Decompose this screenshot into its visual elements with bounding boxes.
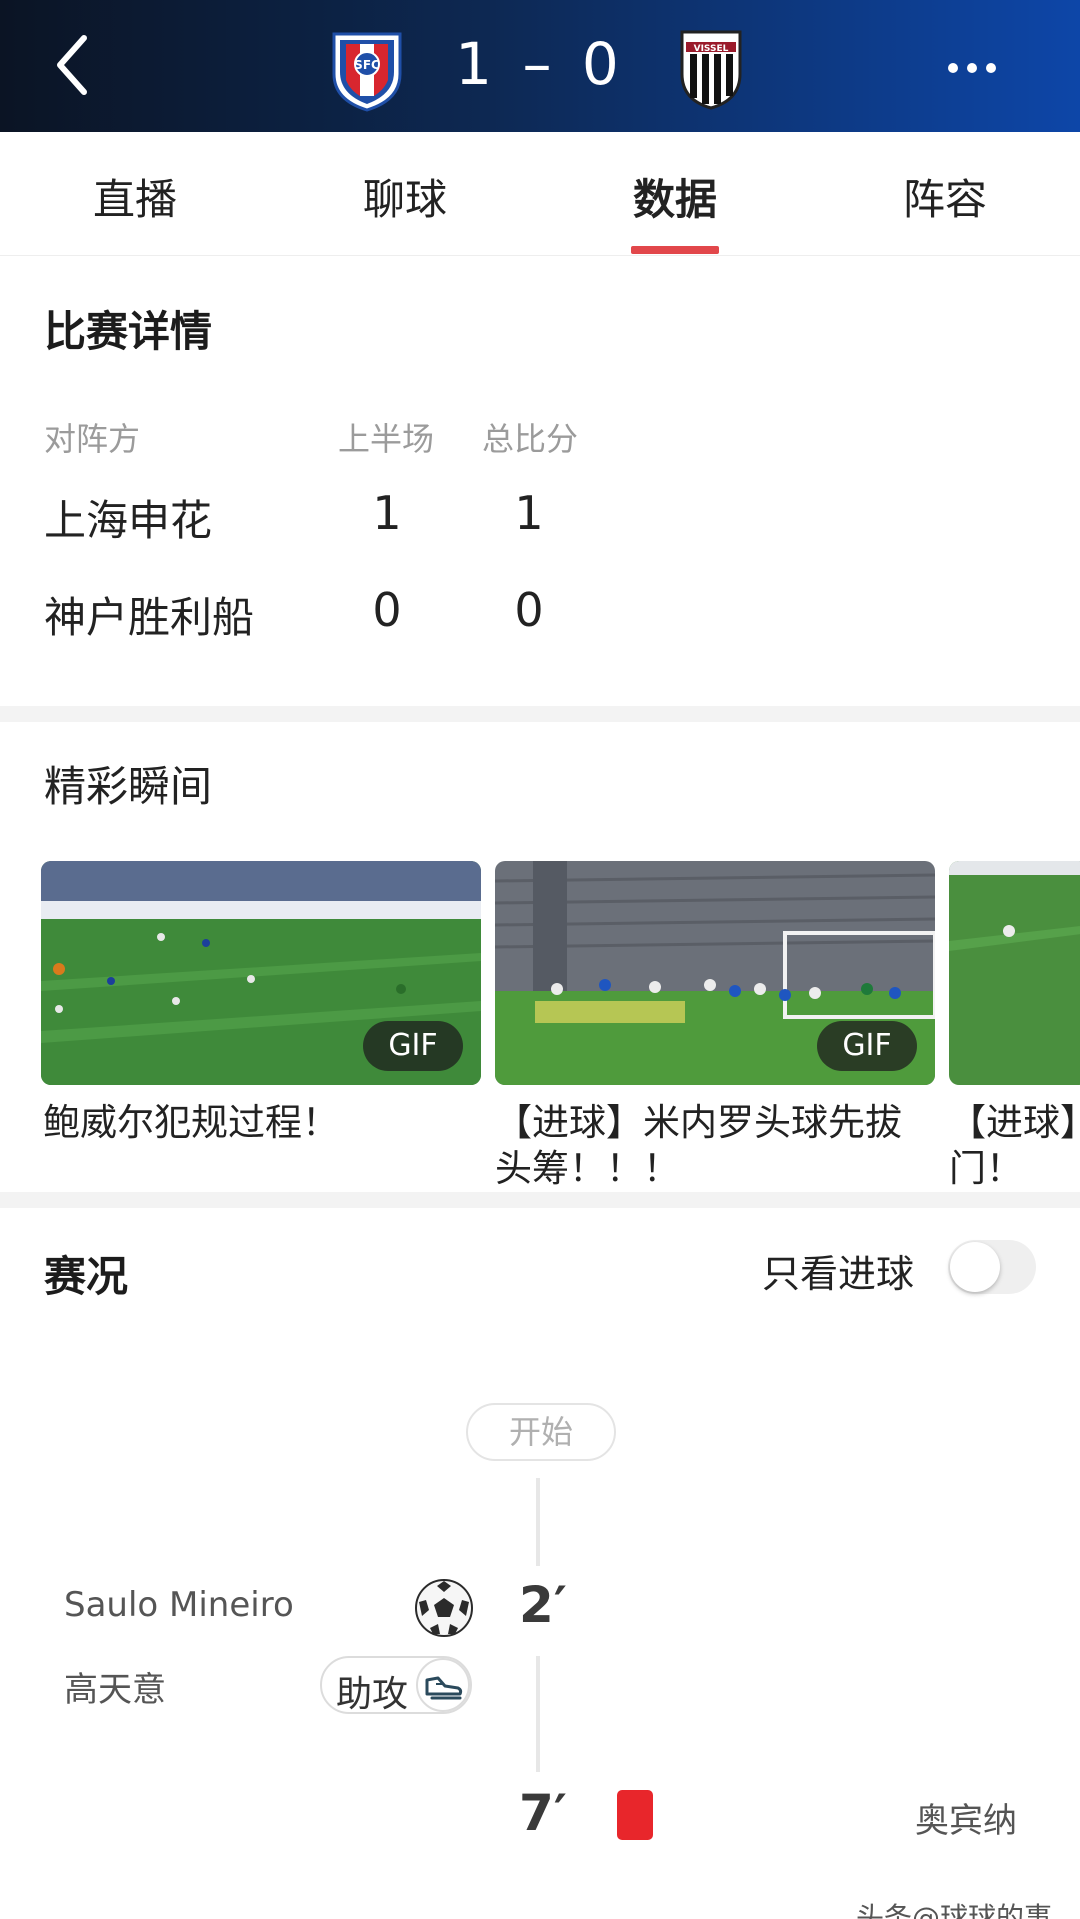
live-events-title: 赛况: [44, 1252, 129, 1301]
tab-data[interactable]: 数据: [575, 166, 775, 227]
tab-bar: 直播 聊球 数据 阵容: [0, 132, 1080, 256]
timeline-line: [536, 1478, 540, 1566]
watermark: 头条@球球的事: [856, 1901, 1053, 1919]
event-minute: 2′: [519, 1576, 567, 1634]
tab-chat[interactable]: 聊球: [305, 166, 505, 227]
highlight-card[interactable]: GIF: [495, 861, 935, 1085]
column-header-first-half: 上半场: [338, 420, 435, 458]
assist-badge: 助攻: [320, 1656, 472, 1715]
red-card-icon: [617, 1790, 653, 1840]
back-button[interactable]: [48, 30, 98, 100]
highlight-card[interactable]: GIF: [41, 861, 481, 1085]
goals-only-label: 只看进球: [762, 1252, 915, 1296]
column-header-total: 总比分: [482, 420, 579, 458]
event-minute: 7′: [519, 1784, 567, 1842]
match-score: 1 – 0: [455, 30, 625, 98]
match-start-marker: 开始: [466, 1403, 616, 1461]
timeline-line: [536, 1656, 540, 1772]
sent-off-player[interactable]: 奥宾纳: [915, 1793, 1017, 1842]
away-team-name: 神户胜利船: [44, 593, 255, 642]
highlight-card[interactable]: [949, 861, 1080, 1085]
home-total-score: 1: [514, 486, 544, 540]
highlight-caption[interactable]: 【进球】米内罗头球先拔 头筹！！！: [495, 1100, 935, 1192]
match-header: SFC 1 – 0 VISSEL: [0, 0, 1080, 132]
match-detail-title: 比赛详情: [44, 307, 213, 356]
chevron-left-icon: [57, 35, 87, 95]
home-team-name: 上海申花: [44, 496, 213, 545]
svg-text:SFC: SFC: [354, 58, 380, 72]
section-divider: [0, 1192, 1080, 1208]
assist-player[interactable]: 高天意: [64, 1662, 166, 1711]
boot-icon: [416, 1658, 470, 1712]
shenhua-crest-icon[interactable]: SFC: [324, 26, 410, 112]
football-icon: [414, 1578, 474, 1638]
column-header-teams: 对阵方: [44, 420, 141, 458]
toggle-knob: [950, 1242, 1000, 1292]
section-divider: [0, 706, 1080, 722]
highlight-caption[interactable]: 【进球】 门！: [949, 1100, 1080, 1192]
away-first-half-score: 0: [372, 583, 402, 637]
goals-only-toggle[interactable]: [948, 1240, 1036, 1294]
goal-scorer[interactable]: Saulo Mineiro: [64, 1585, 294, 1625]
active-tab-indicator: [631, 246, 719, 254]
highlight-thumbnail: [949, 861, 1080, 1085]
highlight-caption[interactable]: 鲍威尔犯规过程！: [43, 1100, 339, 1146]
more-button[interactable]: [948, 58, 1008, 82]
assist-label: 助攻: [336, 1674, 409, 1715]
gif-badge: GIF: [817, 1021, 917, 1071]
highlights-title: 精彩瞬间: [44, 762, 213, 811]
tab-live[interactable]: 直播: [35, 166, 235, 227]
tab-lineup[interactable]: 阵容: [845, 166, 1045, 227]
vissel-crest-icon[interactable]: VISSEL: [668, 26, 754, 112]
more-dots-icon: [948, 63, 958, 73]
gif-badge: GIF: [363, 1021, 463, 1071]
home-first-half-score: 1: [372, 486, 402, 540]
away-total-score: 0: [514, 583, 544, 637]
svg-text:VISSEL: VISSEL: [694, 44, 729, 54]
